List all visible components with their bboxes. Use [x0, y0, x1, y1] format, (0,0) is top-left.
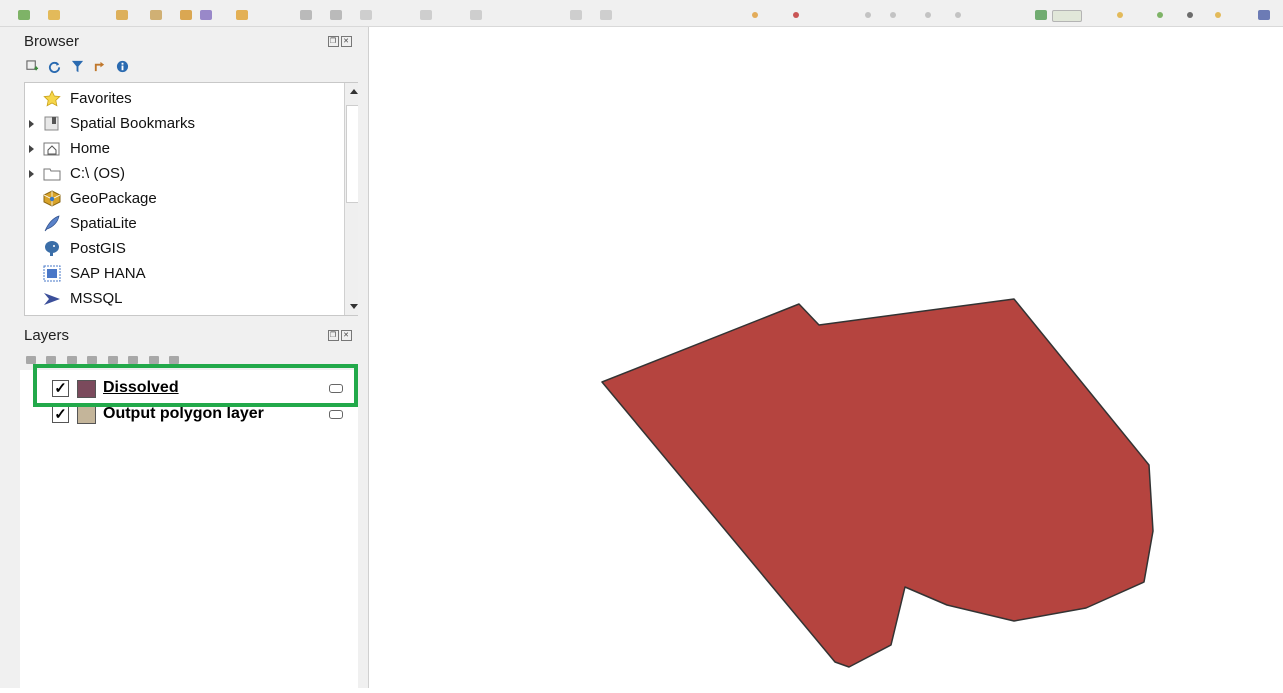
toolbar-icon[interactable]	[420, 10, 432, 20]
map-canvas[interactable]	[369, 27, 1283, 688]
browser-panel-title: Browser	[24, 33, 80, 50]
toolbar-icon[interactable]	[470, 10, 482, 20]
remove-layer-icon[interactable]	[169, 356, 180, 364]
expand-arrow-icon[interactable]	[29, 170, 34, 178]
star-icon	[43, 90, 61, 107]
folder-icon	[43, 168, 61, 181]
layers-tree[interactable]: ✓ Dissolved ✓ Output polygon layer	[20, 370, 358, 688]
layer-name[interactable]: Output polygon layer	[103, 404, 264, 424]
browser-tree[interactable]: Favorites Spatial Bookmarks Home C:\ (OS…	[24, 82, 364, 316]
collapse-all-icon[interactable]	[93, 60, 106, 73]
toolbar-icon[interactable]	[330, 10, 342, 20]
layer-visibility-checkbox[interactable]: ✓	[52, 406, 69, 423]
toolbar-icon[interactable]	[18, 10, 30, 20]
toolbar-icon[interactable]	[1117, 12, 1123, 18]
postgis-elephant-icon	[45, 241, 59, 256]
toolbar-icon[interactable]	[600, 10, 612, 20]
toolbar-icon[interactable]	[1258, 10, 1270, 20]
browser-item-spatialite[interactable]: SpatiaLite	[25, 211, 341, 236]
browser-item-home[interactable]: Home	[25, 136, 341, 161]
browser-item-postgis[interactable]: PostGIS	[25, 236, 341, 261]
toolbar-icon[interactable]	[570, 10, 582, 20]
toolbar-icon[interactable]	[752, 12, 758, 18]
layer-styling-icon[interactable]	[26, 356, 36, 364]
filter-expression-icon[interactable]	[107, 356, 118, 364]
toolbar-icon[interactable]	[300, 10, 312, 20]
browser-item-geopackage[interactable]: GeoPackage	[25, 186, 341, 211]
highlight-annotation-box	[33, 364, 358, 407]
layers-panel-controls: ❐ ✕	[326, 329, 352, 341]
home-folder-icon	[43, 142, 60, 156]
info-icon[interactable]	[116, 60, 129, 73]
browser-panel-controls: ❐ ✕	[326, 35, 352, 47]
map-svg	[601, 298, 1154, 668]
toolbar-icon[interactable]	[925, 12, 931, 18]
toolbar-icon[interactable]	[116, 10, 128, 20]
expand-arrow-icon[interactable]	[29, 120, 34, 128]
layers-panel-title: Layers	[24, 327, 70, 344]
toolbar-icon[interactable]	[793, 12, 799, 18]
float-panel-icon[interactable]: ❐	[328, 36, 339, 47]
browser-item-sap-hana[interactable]: SAP HANA	[25, 261, 341, 286]
browser-item-label: Spatial Bookmarks	[70, 115, 196, 132]
browser-item-label: PostGIS	[70, 240, 126, 257]
layer-symbol-swatch[interactable]	[77, 406, 96, 424]
toolbar-icon[interactable]	[180, 10, 192, 20]
add-group-icon[interactable]	[46, 356, 57, 364]
toolbar-icon[interactable]	[1215, 12, 1221, 18]
browser-item-label: Favorites	[70, 90, 132, 107]
layer-item-output-polygon[interactable]: ✓ Output polygon layer	[20, 404, 358, 426]
sap-hana-icon	[43, 265, 61, 282]
dissolved-polygon[interactable]	[601, 298, 1154, 668]
browser-item-label: GeoPackage	[70, 190, 157, 207]
collapse-all-icon[interactable]	[148, 356, 159, 364]
toolbar-icon[interactable]	[1187, 12, 1193, 18]
toolbar-icon[interactable]	[200, 10, 212, 20]
main-toolbar	[0, 0, 1283, 27]
bookmark-icon	[44, 116, 59, 131]
dock-splitter[interactable]	[358, 27, 369, 688]
toolbar-icon[interactable]	[48, 10, 60, 20]
browser-item-c-drive[interactable]: C:\ (OS)	[25, 161, 341, 186]
add-layer-icon[interactable]	[26, 60, 39, 73]
browser-item-mssql[interactable]: MSSQL	[25, 286, 341, 311]
manage-visibility-icon[interactable]	[66, 356, 77, 364]
browser-item-spatial-bookmarks[interactable]: Spatial Bookmarks	[25, 111, 341, 136]
browser-item-label: SpatiaLite	[70, 215, 137, 232]
browser-item-favorites[interactable]: Favorites	[25, 86, 341, 111]
browser-item-label: MSSQL	[70, 290, 123, 307]
toolbar-icon[interactable]	[150, 10, 162, 20]
browser-item-label: SAP HANA	[70, 265, 146, 282]
toolbar-icon[interactable]	[1035, 10, 1047, 20]
close-panel-icon[interactable]: ✕	[341, 36, 352, 47]
layers-toolbar	[26, 351, 185, 365]
left-dock: Browser ❐ ✕ Favorites Spatial Bookmarks H…	[0, 27, 364, 688]
toolbar-icon[interactable]	[955, 12, 961, 18]
filter-icon[interactable]	[71, 60, 84, 73]
geopackage-icon	[43, 190, 61, 207]
expand-arrow-icon[interactable]	[29, 145, 34, 153]
toolbar-icon[interactable]	[360, 10, 372, 20]
refresh-icon[interactable]	[48, 60, 61, 74]
float-panel-icon[interactable]: ❐	[328, 330, 339, 341]
toolbar-icon[interactable]	[1052, 10, 1082, 22]
layer-indicator-icon[interactable]	[329, 410, 343, 419]
spatialite-feather-icon	[44, 215, 60, 232]
browser-item-label: C:\ (OS)	[70, 165, 125, 182]
expand-all-icon[interactable]	[128, 356, 139, 364]
close-panel-icon[interactable]: ✕	[341, 330, 352, 341]
browser-toolbar	[26, 58, 134, 74]
browser-item-label: Home	[70, 140, 111, 157]
filter-legend-icon[interactable]	[87, 356, 98, 364]
toolbar-icon[interactable]	[1157, 12, 1163, 18]
toolbar-icon[interactable]	[236, 10, 248, 20]
toolbar-icon[interactable]	[890, 12, 896, 18]
mssql-icon	[44, 293, 60, 305]
toolbar-icon[interactable]	[865, 12, 871, 18]
